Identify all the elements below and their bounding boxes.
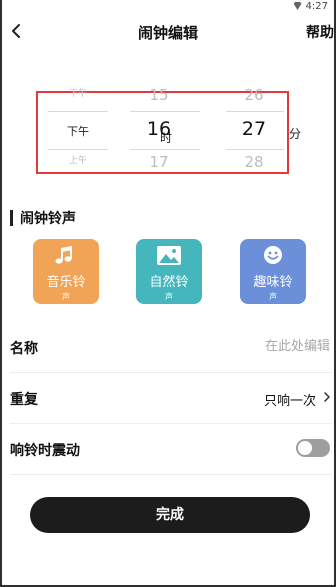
signal-icon: [293, 2, 302, 10]
picker-divider: [48, 149, 108, 150]
ringtone-card-fun-label-cont: 声: [269, 292, 277, 301]
help-button[interactable]: 帮助: [306, 22, 334, 42]
repeat-label: 重复: [10, 392, 38, 408]
picker-divider: [226, 111, 284, 112]
picker-minute-selected[interactable]: 27: [233, 118, 275, 140]
chevron-right-icon[interactable]: [322, 390, 332, 404]
ringtone-card-fun[interactable]: 趣味铃 声: [240, 239, 306, 304]
done-button[interactable]: 完成: [30, 497, 310, 533]
toggle-knob: [298, 441, 312, 455]
picker-minute-prev[interactable]: 26: [233, 86, 275, 104]
vibrate-toggle[interactable]: [296, 439, 330, 457]
section-accent-bar: [10, 210, 13, 226]
vibrate-label: 响铃时震动: [10, 443, 80, 459]
ringtone-card-music-label: 音乐铃: [46, 275, 86, 290]
picker-hour-prev[interactable]: 15: [138, 86, 180, 104]
picker-hour-next[interactable]: 17: [138, 153, 180, 171]
picker-row-next[interactable]: 上午 17 28: [38, 153, 287, 173]
music-note-icon: [55, 246, 72, 264]
ringtone-card-nature-label: 自然铃: [149, 275, 189, 290]
minute-unit-label: 分: [289, 127, 302, 141]
repeat-row[interactable]: 重复 只响一次: [10, 373, 332, 425]
name-row[interactable]: 名称: [10, 322, 332, 374]
ringtone-card-fun-label: 趣味铃: [253, 275, 293, 290]
picker-ampm-prev[interactable]: 下午: [58, 86, 98, 99]
picker-ampm-selected[interactable]: 下午: [58, 123, 98, 139]
picker-ampm-next[interactable]: 上午: [58, 153, 98, 166]
picker-minute-next[interactable]: 28: [233, 153, 275, 171]
status-bar: 4:27: [293, 0, 328, 12]
smiley-icon: [264, 246, 282, 264]
ringtone-card-nature[interactable]: 自然铃 声: [136, 239, 202, 304]
name-input[interactable]: [210, 339, 330, 354]
landscape-icon: [157, 246, 181, 265]
top-bar: 闹钟编辑 帮助: [0, 18, 336, 46]
picker-divider: [130, 111, 200, 112]
picker-divider: [226, 149, 284, 150]
picker-row-prev[interactable]: 下午 15 26: [38, 86, 287, 104]
page-title: 闹钟编辑: [137, 24, 198, 42]
status-time: 4:27: [305, 0, 328, 12]
ringtone-card-music-label-cont: 声: [62, 292, 70, 301]
row-divider: [10, 474, 332, 475]
ringtone-section-header: 闹钟铃声: [10, 208, 76, 228]
ringtone-section-title: 闹钟铃声: [20, 211, 76, 227]
ringtone-card-nature-label-cont: 声: [165, 292, 173, 301]
picker-divider: [48, 111, 108, 112]
picker-hour-selected[interactable]: 16: [138, 118, 180, 140]
picker-divider: [130, 149, 200, 150]
hour-unit-label: 时: [160, 131, 173, 145]
vibrate-row: 响铃时震动: [10, 424, 332, 476]
name-label: 名称: [10, 341, 38, 357]
repeat-value[interactable]: 只响一次: [264, 390, 316, 409]
ringtone-card-music[interactable]: 音乐铃 声: [33, 239, 99, 304]
